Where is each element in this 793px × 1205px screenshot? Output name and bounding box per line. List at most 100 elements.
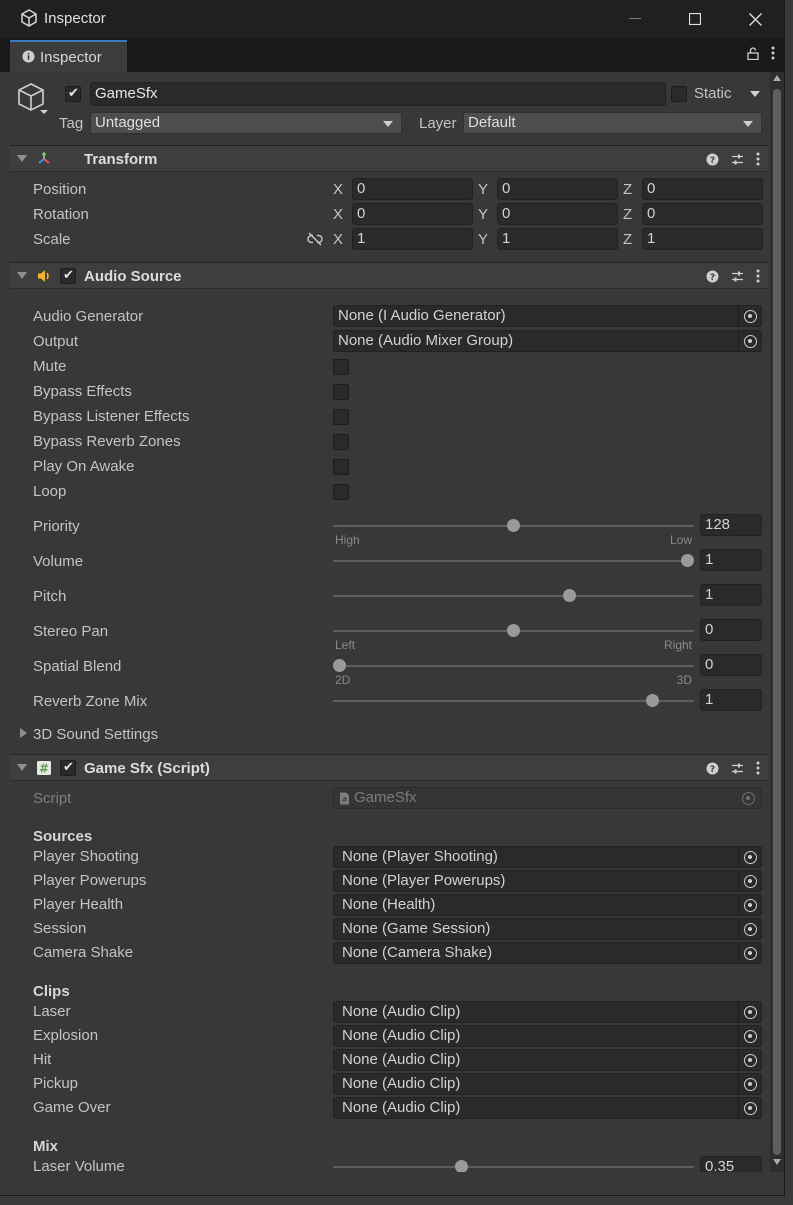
preset-icon[interactable] [731, 270, 744, 283]
bypass-listener-effects-checkbox[interactable] [333, 409, 349, 425]
audio-generator-field[interactable]: None (I Audio Generator) [333, 305, 762, 327]
spatial-blend-slider-handle[interactable] [333, 659, 346, 672]
vertical-scrollbar[interactable] [770, 72, 784, 1172]
unlink-icon[interactable] [306, 232, 324, 246]
camera-shake-label: Camera Shake [33, 944, 134, 961]
laser-volume-value-input[interactable]: 0.35 [700, 1156, 762, 1172]
output-field[interactable]: None (Audio Mixer Group) [333, 330, 762, 352]
reverb-zone-mix-slider-track[interactable] [333, 700, 694, 702]
scroll-up-icon[interactable] [773, 75, 781, 81]
volume-value-input[interactable]: 1 [700, 549, 762, 571]
game-over-field[interactable]: None (Audio Clip) [333, 1097, 762, 1119]
game-sfx-header[interactable]: # ✔ Game Sfx (Script) ? [10, 754, 768, 781]
object-picker-icon[interactable] [744, 1030, 757, 1043]
explosion-field[interactable]: None (Audio Clip) [333, 1025, 762, 1047]
help-icon[interactable]: ? [706, 153, 719, 166]
position-y-input[interactable]: 0 [497, 178, 618, 200]
object-picker-icon[interactable] [744, 875, 757, 888]
camera-shake-value: None (Camera Shake) [342, 944, 493, 961]
scroll-down-icon[interactable] [773, 1159, 781, 1165]
game-sfx-enabled-toggle[interactable]: ✔ [60, 760, 76, 776]
maximize-button[interactable] [665, 0, 725, 38]
foldout-icon[interactable] [17, 155, 27, 162]
mute-checkbox[interactable] [333, 359, 349, 375]
rotation-x-input[interactable]: 0 [352, 203, 473, 225]
tag-dropdown[interactable]: Untagged [90, 112, 402, 134]
pitch-slider-track[interactable] [333, 595, 694, 597]
rotation-z-input[interactable]: 0 [642, 203, 763, 225]
pickup-field[interactable]: None (Audio Clip) [333, 1073, 762, 1095]
kebab-icon[interactable] [756, 152, 760, 166]
object-picker-icon[interactable] [744, 851, 757, 864]
scrollbar-thumb[interactable] [773, 89, 781, 1155]
hit-field[interactable]: None (Audio Clip) [333, 1049, 762, 1071]
axis-y-label: Y [478, 231, 489, 248]
preset-icon[interactable] [731, 153, 744, 166]
object-name-input[interactable]: GameSfx [90, 82, 666, 106]
preset-icon[interactable] [731, 762, 744, 775]
minimize-button[interactable] [605, 0, 665, 38]
priority-slider-handle[interactable] [507, 519, 520, 532]
laser-volume-slider-handle[interactable] [454, 1160, 468, 1172]
rotation-y-input[interactable]: 0 [497, 203, 618, 225]
position-x-input[interactable]: 0 [352, 178, 473, 200]
player-shooting-field[interactable]: None (Player Shooting) [333, 846, 762, 868]
audio-source-enabled-toggle[interactable]: ✔ [60, 268, 76, 284]
scale-y-input[interactable]: 1 [497, 228, 618, 250]
cube-icon[interactable] [16, 82, 50, 118]
object-picker-icon[interactable] [744, 899, 757, 912]
help-icon[interactable]: ? [706, 270, 719, 283]
object-picker-icon[interactable] [744, 1054, 757, 1067]
object-picker-icon[interactable] [744, 310, 757, 323]
reverb-zone-mix-slider-handle[interactable] [646, 694, 660, 707]
play-on-awake-checkbox[interactable] [333, 459, 349, 475]
bypass-effects-checkbox[interactable] [333, 384, 349, 400]
mix-heading: Mix [33, 1138, 59, 1155]
stereo-pan-slider-handle[interactable] [507, 624, 520, 637]
reverb-zone-mix-value-input[interactable]: 1 [700, 689, 762, 711]
loop-checkbox[interactable] [333, 484, 349, 500]
foldout-icon[interactable] [17, 272, 27, 279]
object-picker-icon[interactable] [744, 947, 757, 960]
player-powerups-field[interactable]: None (Player Powerups) [333, 870, 762, 892]
position-z-input[interactable]: 0 [642, 178, 763, 200]
kebab-icon[interactable] [756, 269, 760, 283]
laser-field[interactable]: None (Audio Clip) [333, 1001, 762, 1023]
foldout-icon[interactable] [20, 728, 27, 738]
kebab-icon[interactable] [756, 761, 760, 775]
pitch-value-input[interactable]: 1 [700, 584, 762, 606]
static-toggle[interactable] [671, 86, 687, 102]
player-health-field[interactable]: None (Health) [333, 894, 762, 916]
close-button[interactable] [725, 0, 784, 38]
scale-z-input[interactable]: 1 [642, 228, 763, 250]
session-field[interactable]: None (Game Session) [333, 918, 762, 940]
game-sfx-title: Game Sfx (Script) [84, 760, 210, 777]
spatial-blend-slider-track[interactable] [333, 665, 694, 667]
layer-dropdown[interactable]: Default [463, 112, 762, 134]
foldout-icon[interactable] [17, 764, 27, 771]
object-picker-icon[interactable] [744, 1006, 757, 1019]
laser-volume-slider-track[interactable] [333, 1166, 694, 1168]
object-picker-icon[interactable] [744, 923, 757, 936]
tab-inspector[interactable]: Inspector [10, 40, 127, 72]
volume-slider-track[interactable] [333, 560, 694, 562]
object-picker-icon[interactable] [744, 1102, 757, 1115]
3d-sound-settings-foldout[interactable]: 3D Sound Settings [33, 726, 158, 743]
help-icon[interactable]: ? [706, 762, 719, 775]
active-toggle[interactable]: ✔ [65, 86, 81, 102]
bypass-reverb-zones-checkbox[interactable] [333, 434, 349, 450]
pitch-slider-handle[interactable] [562, 589, 576, 602]
scale-x-input[interactable]: 1 [352, 228, 473, 250]
static-dropdown-icon[interactable] [750, 91, 760, 97]
lock-icon[interactable] [747, 46, 759, 60]
spatial-blend-value-input[interactable]: 0 [700, 654, 762, 676]
audio-source-header[interactable]: ✔ Audio Source ? [10, 262, 768, 289]
priority-value-input[interactable]: 128 [700, 514, 762, 536]
volume-slider-handle[interactable] [681, 554, 694, 567]
kebab-icon[interactable] [771, 46, 775, 60]
object-picker-icon[interactable] [744, 335, 757, 348]
transform-header[interactable]: Transform ? [10, 145, 768, 172]
stereo-pan-value-input[interactable]: 0 [700, 619, 762, 641]
camera-shake-field[interactable]: None (Camera Shake) [333, 942, 762, 964]
object-picker-icon[interactable] [744, 1078, 757, 1091]
